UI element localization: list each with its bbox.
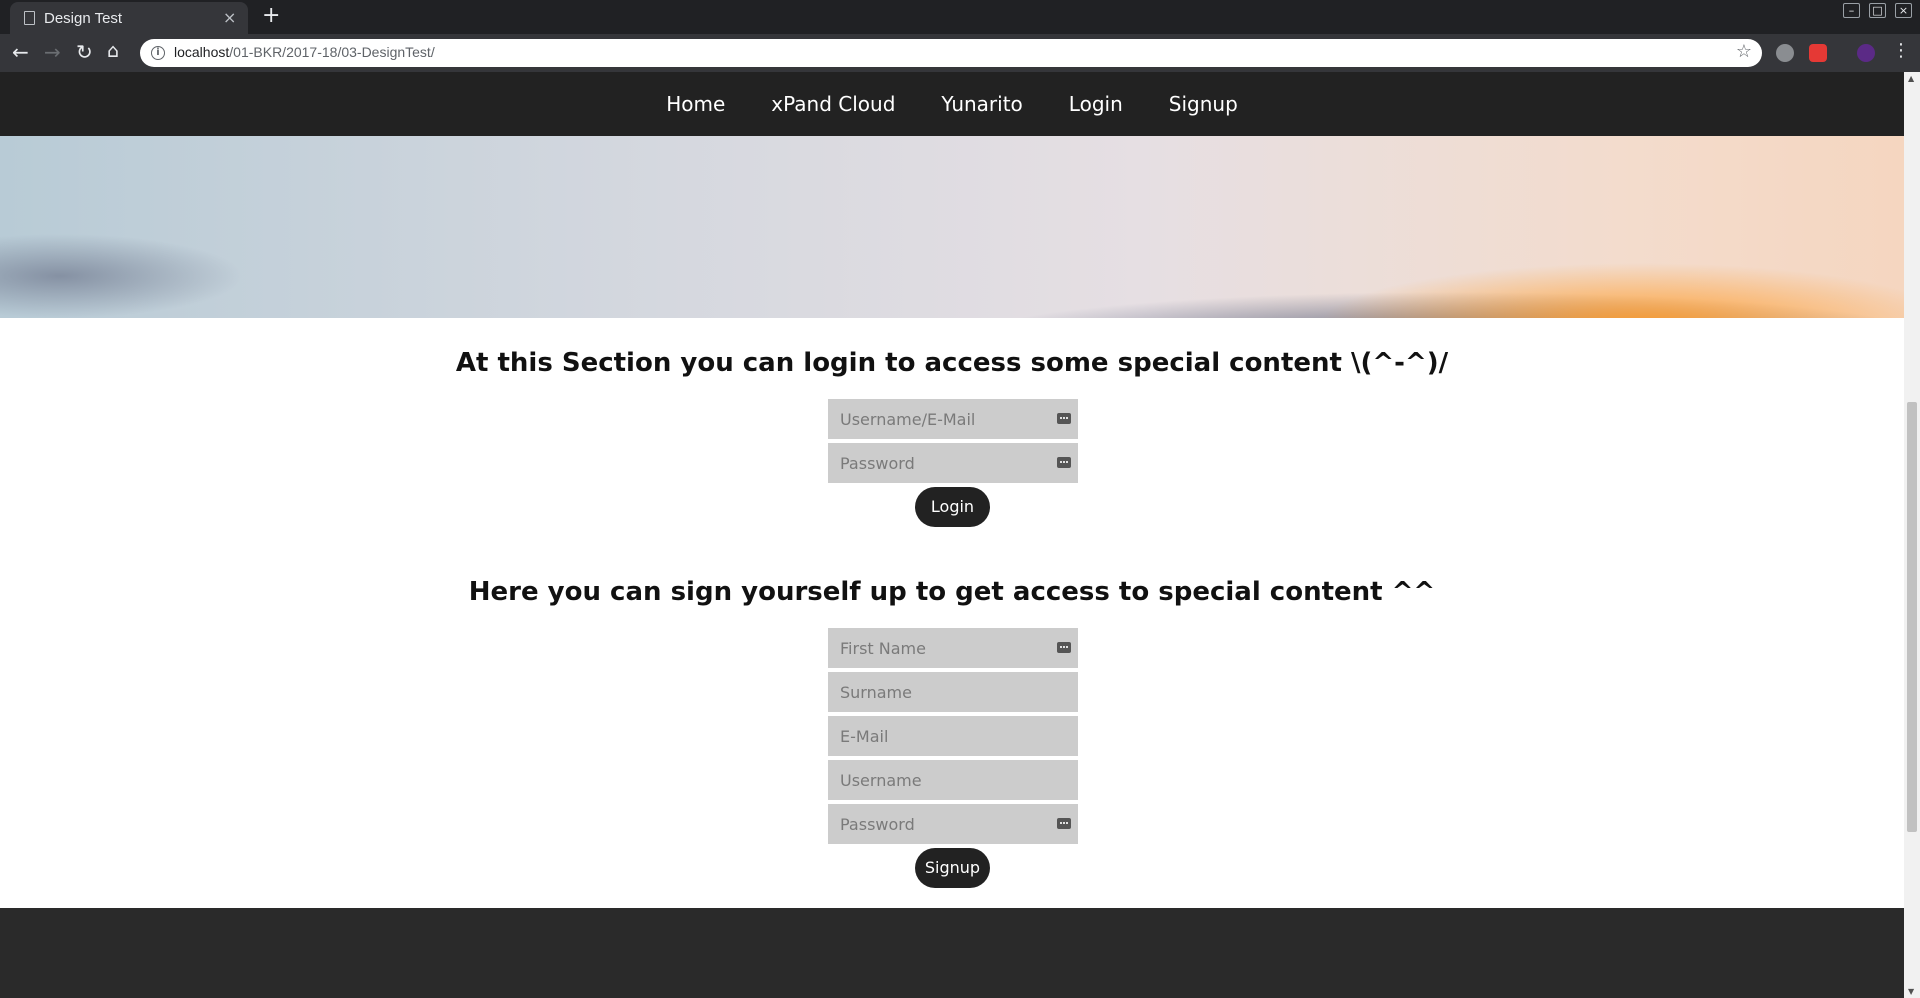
page-footer (0, 908, 1904, 998)
tab-close-icon[interactable]: × (223, 8, 236, 27)
signup-password-input[interactable] (828, 804, 1078, 844)
scrollbar-thumb[interactable] (1907, 402, 1917, 832)
back-icon[interactable]: ← (12, 40, 29, 64)
profile-extension-icon[interactable] (1857, 44, 1875, 62)
tab-title: Design Test (44, 10, 123, 27)
bookmark-star-icon[interactable]: ☆ (1736, 41, 1752, 62)
nav-link-xpand-cloud[interactable]: xPand Cloud (771, 92, 895, 116)
hero-sky-banner (0, 136, 1904, 318)
password-manager-icon[interactable] (1057, 818, 1071, 829)
browser-menu-icon[interactable]: ⋮ (1892, 40, 1910, 61)
signup-surname-input[interactable] (828, 672, 1078, 712)
nav-link-signup[interactable]: Signup (1169, 92, 1238, 116)
browser-tab-bar: Design Test × + – □ × (0, 0, 1920, 34)
reload-icon[interactable]: ↻ (76, 40, 93, 64)
password-manager-icon[interactable] (1057, 642, 1071, 653)
browser-toolbar: ← → ↻ ⌂ i localhost/01-BKR/2017-18/03-De… (0, 34, 1920, 72)
info-icon[interactable]: i (151, 46, 165, 60)
restore-button[interactable]: □ (1869, 3, 1886, 18)
home-icon[interactable]: ⌂ (107, 40, 119, 62)
nav-link-login[interactable]: Login (1069, 92, 1123, 116)
forward-icon[interactable]: → (44, 40, 61, 64)
site-navigation: Home xPand Cloud Yunarito Login Signup (0, 72, 1904, 136)
login-username-input[interactable] (828, 399, 1078, 439)
page-viewport: Home xPand Cloud Yunarito Login Signup A… (0, 72, 1904, 998)
page-icon (24, 11, 35, 25)
lastpass-extension-icon[interactable] (1809, 44, 1827, 62)
close-window-button[interactable]: × (1895, 3, 1912, 18)
new-tab-button[interactable]: + (262, 3, 280, 28)
password-manager-icon[interactable] (1057, 457, 1071, 468)
site-nav-list: Home xPand Cloud Yunarito Login Signup (0, 72, 1904, 136)
signup-button[interactable]: Signup (915, 848, 990, 888)
url-text: localhost/01-BKR/2017-18/03-DesignTest/ (174, 44, 435, 60)
minimize-button[interactable]: – (1843, 3, 1860, 18)
url-path: /01-BKR/2017-18/03-DesignTest/ (229, 44, 435, 60)
nav-link-yunarito[interactable]: Yunarito (941, 92, 1022, 116)
signup-heading: Here you can sign yourself up to get acc… (468, 577, 1436, 607)
login-heading: At this Section you can login to access … (455, 348, 1449, 378)
password-manager-icon[interactable] (1057, 413, 1071, 424)
url-host: localhost (174, 44, 230, 60)
nav-link-home[interactable]: Home (666, 92, 725, 116)
scroll-up-arrow-icon[interactable]: ▲ (1908, 74, 1914, 83)
page-scrollbar[interactable]: ▲ ▼ (1904, 72, 1920, 998)
scroll-down-arrow-icon[interactable]: ▼ (1908, 987, 1914, 996)
adblock-extension-icon[interactable] (1776, 44, 1794, 62)
signup-email-input[interactable] (828, 716, 1078, 756)
signup-first-name-input[interactable] (828, 628, 1078, 668)
browser-tab[interactable]: Design Test × (10, 2, 248, 34)
signup-username-input[interactable] (828, 760, 1078, 800)
login-button[interactable]: Login (915, 487, 990, 527)
login-password-input[interactable] (828, 443, 1078, 483)
address-bar[interactable]: i localhost/01-BKR/2017-18/03-DesignTest… (140, 39, 1762, 67)
